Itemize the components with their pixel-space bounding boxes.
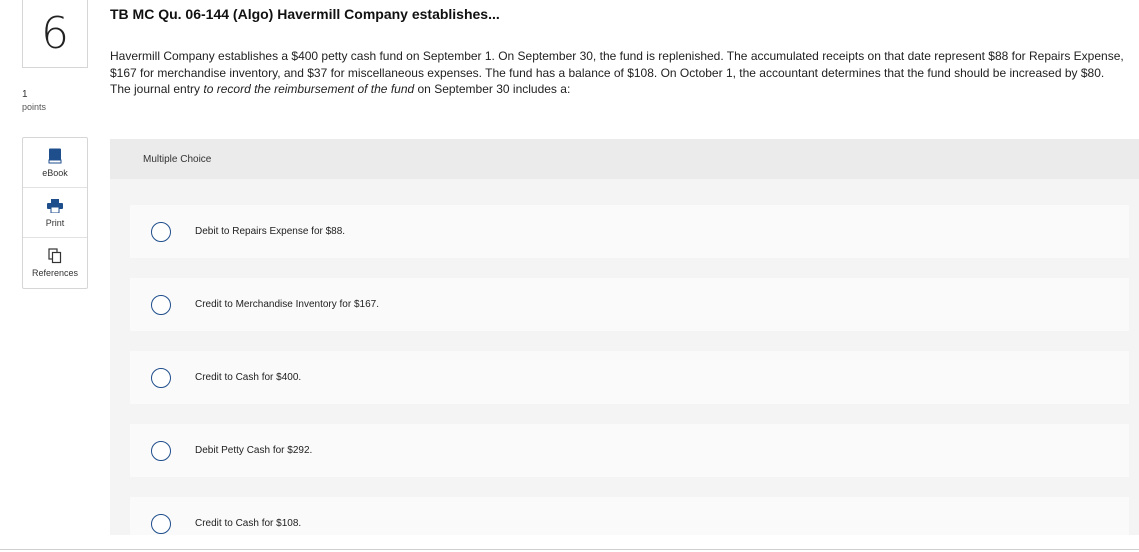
- references-button[interactable]: References: [23, 238, 87, 288]
- references-label: References: [31, 268, 79, 278]
- choice-label: Debit to Repairs Expense for $88.: [195, 226, 346, 237]
- multiple-choice-header: Multiple Choice: [110, 139, 1139, 179]
- question-number: 6: [22, 0, 88, 68]
- choice-label: Credit to Cash for $400.: [195, 372, 302, 383]
- question-title: TB MC Qu. 06-144 (Algo) Havermill Compan…: [110, 6, 500, 22]
- question-body: Havermill Company establishes a $400 pet…: [110, 48, 1125, 98]
- radio-button[interactable]: [151, 367, 171, 388]
- choice-option[interactable]: Credit to Cash for $400.: [130, 351, 1129, 404]
- choice-option[interactable]: Credit to Merchandise Inventory for $167…: [130, 278, 1129, 331]
- points-value: 1: [22, 89, 28, 100]
- printer-icon: [47, 198, 63, 214]
- choice-label: Credit to Merchandise Inventory for $167…: [195, 299, 379, 310]
- question-page: 6 1 points eBook Print References TB MC …: [0, 0, 1139, 552]
- divider: [0, 549, 1139, 550]
- ebook-button[interactable]: eBook: [23, 138, 87, 188]
- radio-button[interactable]: [151, 294, 171, 315]
- choice-option[interactable]: Credit to Cash for $108.: [130, 497, 1129, 535]
- print-button[interactable]: Print: [23, 188, 87, 238]
- choice-label: Credit to Cash for $108.: [195, 518, 302, 529]
- book-icon: [47, 148, 63, 164]
- radio-button[interactable]: [151, 440, 171, 461]
- choice-label: Debit Petty Cash for $292.: [195, 445, 313, 456]
- question-body-emphasis: to record the reimbursement of the fund: [203, 82, 415, 96]
- multiple-choice-panel: Multiple Choice Debit to Repairs Expense…: [110, 139, 1139, 535]
- radio-button[interactable]: [151, 221, 171, 242]
- question-body-tail: on September 30 includes a:: [414, 82, 571, 96]
- choice-option[interactable]: Debit Petty Cash for $292.: [130, 424, 1129, 477]
- tools-panel: eBook Print References: [22, 137, 88, 289]
- ebook-label: eBook: [42, 167, 68, 178]
- radio-button[interactable]: [151, 513, 171, 534]
- print-label: Print: [45, 217, 65, 228]
- copy-icon: [47, 248, 63, 264]
- choice-option[interactable]: Debit to Repairs Expense for $88.: [130, 205, 1129, 258]
- points-label: points: [22, 102, 47, 112]
